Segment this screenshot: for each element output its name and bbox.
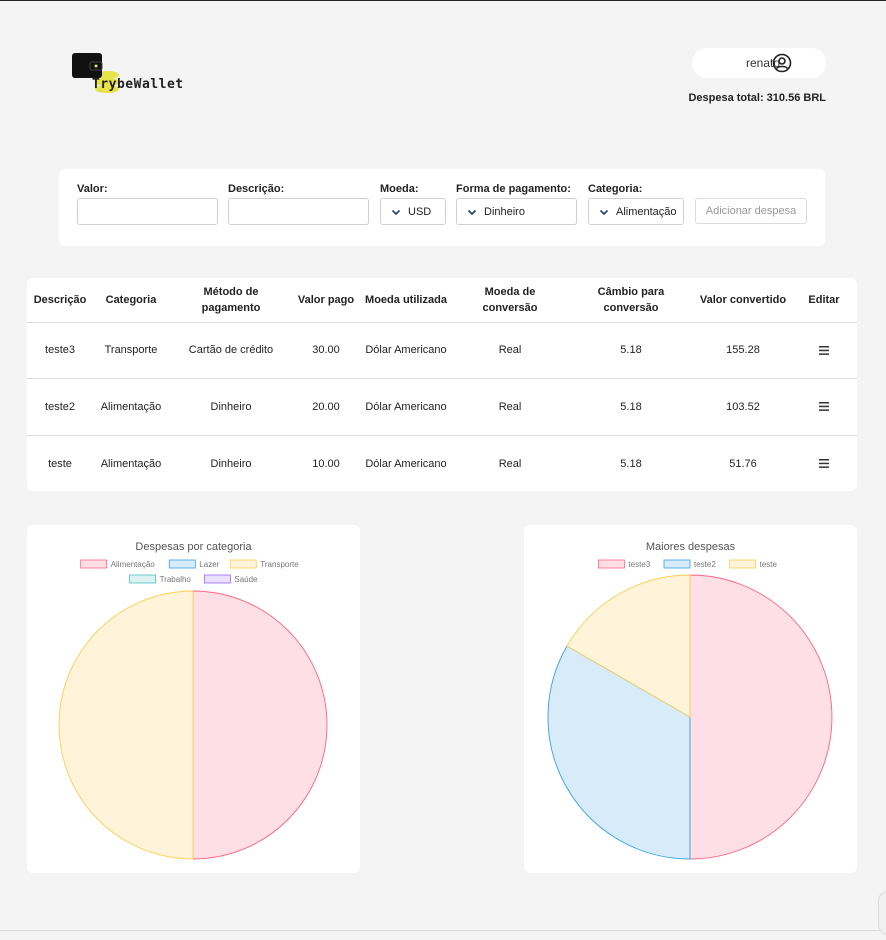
cell-descricao: teste3 — [45, 344, 75, 357]
logo-text: TrybeWallet — [92, 77, 184, 92]
column-header: Valor convertido — [695, 278, 791, 323]
cell-categoria: Transporte — [104, 344, 158, 357]
valor-label: Valor: — [77, 183, 108, 195]
chevron-down-icon — [391, 209, 401, 215]
column-header: Categoria — [93, 278, 169, 323]
moeda-field: Moeda: USD — [380, 183, 446, 225]
chart-title: Maiores despesas — [646, 541, 736, 553]
categoria-field: Categoria: Alimentação — [588, 183, 684, 225]
legend-swatch[interactable] — [729, 559, 757, 569]
bottom-divider — [0, 930, 886, 931]
pie-slice-teste3[interactable] — [689, 574, 833, 860]
cell-convertido: 155.28 — [726, 344, 760, 357]
moeda-select[interactable]: USD — [380, 198, 446, 225]
legend-swatch[interactable] — [80, 559, 108, 569]
column-header: Editar — [791, 278, 857, 323]
cell-cambio: 5.18 — [567, 378, 695, 435]
column-header: Moeda de conversão — [453, 278, 567, 323]
legend-swatch[interactable] — [229, 559, 257, 569]
descricao-input[interactable] — [228, 198, 369, 225]
cell-editar — [791, 322, 857, 379]
cell-moeda: Dólar Americano — [365, 344, 447, 357]
cell-editar — [791, 378, 857, 435]
legend-label[interactable]: teste — [760, 560, 778, 569]
table-header-row: Descrição Categoria Método de pagamento … — [27, 278, 857, 323]
pagamento-label: Forma de pagamento: — [456, 183, 571, 195]
cell-categoria: Alimentação — [93, 434, 169, 491]
cell-conversao: Real — [453, 378, 567, 435]
category-pie-chart: Despesas por categoria Alimentação Lazer Tr… — [58, 541, 328, 860]
legend-label[interactable]: Lazer — [199, 560, 219, 569]
cell-moeda: Dólar Americano — [359, 434, 453, 491]
legend-label[interactable]: Alimentação — [111, 560, 156, 569]
cell-editar — [791, 434, 857, 491]
cell-conversao: Real — [453, 434, 567, 491]
legend-swatch[interactable] — [203, 574, 231, 584]
column-header: Método de pagamento — [169, 278, 293, 323]
category-chart-card: Despesas por categoria Alimentação Lazer Tr… — [27, 525, 360, 873]
legend-label[interactable]: teste3 — [628, 560, 650, 569]
legend-swatch[interactable] — [663, 559, 691, 569]
legend-swatch[interactable] — [168, 559, 196, 569]
column-header: Câmbio para conversão — [567, 278, 695, 323]
valor-input[interactable] — [77, 198, 218, 225]
legend-label[interactable]: Transporte — [260, 560, 299, 569]
cell-cambio: 5.18 — [567, 434, 695, 491]
cell-moeda: Dólar Americano — [359, 378, 453, 435]
legend-label[interactable]: Trabalho — [160, 575, 192, 584]
column-header: Moeda utilizada — [359, 278, 453, 323]
pie-slice-transporte[interactable] — [58, 590, 194, 860]
cell-valor: 30.00 — [312, 344, 340, 357]
cell-metodo: Dinheiro — [169, 378, 293, 435]
legend-label[interactable]: teste2 — [694, 560, 716, 569]
expenses-table: Descrição Categoria Método de pagamento … — [27, 278, 857, 491]
categoria-select[interactable]: Alimentação — [588, 198, 684, 225]
legend-label[interactable]: Saúde — [234, 575, 258, 584]
menu-icon[interactable] — [819, 345, 829, 355]
largest-expenses-pie-chart: Maiores despesas teste3 teste2 teste — [547, 541, 833, 860]
user-profile[interactable]: renato — [692, 48, 826, 78]
pagamento-select[interactable]: Dinheiro — [456, 198, 577, 225]
cell-metodo: Dinheiro — [169, 434, 293, 491]
app-logo: TrybeWallet — [70, 51, 183, 95]
table-row: teste3 Transporte Cartão de crédito 30.0… — [27, 322, 857, 379]
add-expense-button[interactable]: Adicionar despesa — [695, 198, 807, 224]
cell-convertido: 51.76 — [695, 434, 791, 491]
chevron-down-icon — [467, 209, 477, 215]
expense-form: Valor: Descrição: Moeda: USD Forma de pa… — [59, 169, 825, 246]
cell-convertido: 103.52 — [695, 378, 791, 435]
moeda-label: Moeda: — [380, 183, 419, 195]
cell-categoria: Alimentação — [93, 378, 169, 435]
valor-field: Valor: — [77, 183, 218, 225]
legend-swatch[interactable] — [598, 559, 625, 569]
cell-descricao: teste — [27, 434, 93, 491]
cell-valor: 20.00 — [293, 378, 359, 435]
cell-metodo: Cartão de crédito — [188, 344, 274, 357]
cell-descricao: teste2 — [27, 378, 93, 435]
table-row: teste2 Alimentação Dinheiro 20.00 Dólar … — [27, 378, 857, 435]
menu-icon[interactable] — [819, 402, 829, 412]
largest-expenses-chart-card: Maiores despesas teste3 teste2 teste — [524, 525, 857, 873]
user-circle-icon — [772, 53, 792, 73]
pagamento-field: Forma de pagamento: Dinheiro — [456, 183, 577, 225]
column-header: Descrição — [27, 278, 93, 323]
descricao-label: Descrição: — [228, 183, 285, 195]
categoria-label: Categoria: — [588, 183, 643, 195]
table-row: teste Alimentação Dinheiro 10.00 Dólar A… — [27, 434, 857, 491]
descricao-field: Descrição: — [228, 183, 369, 225]
cell-valor: 10.00 — [293, 434, 359, 491]
chevron-down-icon — [599, 209, 609, 215]
scroll-handle[interactable] — [878, 891, 886, 935]
cell-conversao: Real — [498, 344, 522, 357]
moeda-select-value: USD — [408, 205, 432, 218]
pagamento-select-value: Dinheiro — [484, 205, 525, 218]
legend-swatch[interactable] — [129, 574, 156, 584]
cell-cambio: 5.18 — [620, 344, 642, 357]
pie-slice-alimenta-o[interactable] — [192, 590, 328, 860]
total-expense: Despesa total: 310.56 BRL — [688, 92, 826, 104]
column-header: Valor pago — [293, 278, 359, 323]
menu-icon[interactable] — [819, 459, 829, 468]
chart-title: Despesas por categoria — [135, 541, 252, 553]
categoria-select-value: Alimentação — [616, 205, 677, 218]
